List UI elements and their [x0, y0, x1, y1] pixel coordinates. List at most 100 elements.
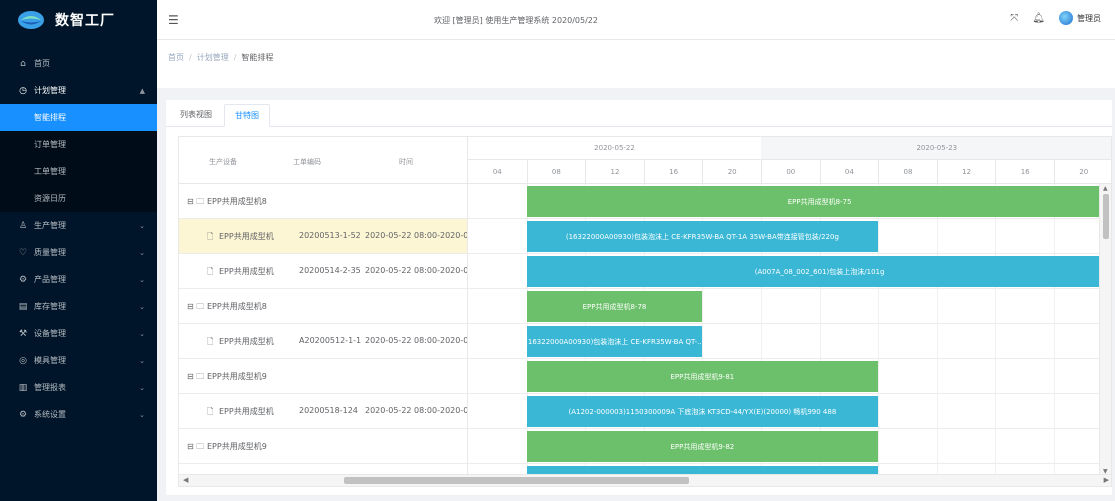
horizontal-scroll-thumb[interactable]	[344, 477, 689, 484]
gantt-hour-1: 08	[526, 160, 586, 184]
avatar[interactable]	[1059, 11, 1073, 25]
gantt-row-timeline: EPP共用成型机9-82	[468, 429, 1111, 463]
sidebar-item-label: 产品管理	[34, 275, 66, 284]
sidebar-subitem-0[interactable]: 智能排程	[0, 104, 157, 131]
gantt-row-timeline: EPP共用成型机8-78	[468, 289, 1111, 323]
sidebar-subitem-3[interactable]: 资源日历	[0, 185, 157, 212]
gantt-row-timeline: (A1202-000003)1150300009A 下底泡沫 KT3CD-44/…	[468, 394, 1111, 428]
breadcrumb-bar: 首页 / 计划管理 / 智能排程	[157, 40, 1115, 88]
sidebar-item-6[interactable]: ⚒ 设备管理 ⌄	[0, 320, 157, 347]
grid-line	[936, 359, 938, 393]
grid-line	[1054, 219, 1055, 253]
tree-toggle-icon[interactable]: ⊟ 🗀︎	[187, 196, 204, 210]
user-name[interactable]: 管理员	[1077, 13, 1101, 24]
heart-icon: ♡	[18, 247, 28, 258]
gantt-group-row[interactable]: ⊟ 🗀︎ EPP共用成型机9 EPP共用成型机9-82	[179, 429, 1111, 464]
chevron-down-icon: ⌄	[139, 221, 145, 230]
gantt-row-timeline: EPP共用成型机8-75	[468, 184, 1111, 218]
gantt-bar[interactable]: EPP共用成型机9-81	[526, 361, 879, 392]
tab-gantt[interactable]: 甘特图	[224, 104, 270, 127]
sidebar-item-7[interactable]: ◎ 模具管理 ⌄	[0, 347, 157, 374]
sidebar-item-5[interactable]: ▤ 库存管理 ⌄	[0, 293, 157, 320]
menu-fold-icon[interactable]: ☰	[168, 13, 179, 27]
tree-toggle-icon[interactable]: ⊟ 🗀︎	[187, 301, 204, 315]
device-name: EPP共用成型机	[219, 267, 274, 276]
gantt-bar[interactable]: (A1202-000003)1150300009A 下底泡沫 KT3CD-44/…	[526, 396, 879, 427]
breadcrumb-plan[interactable]: 计划管理	[197, 53, 229, 62]
bell-icon[interactable]: 🔔︎	[1032, 13, 1045, 24]
gantt-bar[interactable]: EPP共用成型机8-75	[526, 186, 1111, 217]
sidebar-item-1[interactable]: ◷ 计划管理 ▲	[0, 77, 157, 104]
box-icon: ▤	[18, 301, 28, 312]
sidebar-item-0[interactable]: ⌂ 首页	[0, 50, 157, 77]
gantt-hour-3: 16	[643, 160, 703, 184]
gantt-task-row[interactable]: 🗋︎ EPP共用成型机 20200514-2-35 2020-05-22 08:00-…	[179, 254, 1111, 289]
device-name: EPP共用成型机9	[207, 442, 267, 451]
gantt-hour-7: 08	[878, 160, 937, 184]
device-name: EPP共用成型机	[219, 337, 274, 346]
tab-list-view[interactable]: 列表视图	[170, 104, 222, 127]
gantt-bar[interactable]: (16322000A00930)包装泡沫上 CE-KFR35W-BA QT-..…	[526, 326, 703, 357]
tree-toggle-icon[interactable]: ⊟ 🗀︎	[187, 371, 204, 385]
grid-line	[995, 394, 997, 428]
sidebar-item-label: 生产管理	[34, 221, 66, 230]
grid-line	[878, 429, 880, 463]
gantt-task-row[interactable]: 🗋︎ EPP共用成型机 20200513-1-52 2020-05-22 08:00-…	[179, 219, 1111, 254]
grid-line	[1054, 394, 1055, 428]
horizontal-scrollbar[interactable]: ◀ ▶	[179, 474, 1111, 486]
gantt-group-row[interactable]: ⊟ 🗀︎ EPP共用成型机9 EPP共用成型机9-81	[179, 359, 1111, 394]
gantt-row-info: 🗋︎ EPP共用成型机 A20200512-1-1 2020-05-22 08:00-…	[179, 324, 468, 358]
gantt-hour-5: 00	[761, 160, 820, 184]
header-actions: ⤧ 🔔︎ 管理员	[996, 11, 1101, 25]
gantt-bar[interactable]: EPP共用成型机9-82	[526, 431, 879, 462]
wrench-icon: ⚒	[18, 328, 28, 339]
device-name: EPP共用成型机8	[207, 302, 267, 311]
sidebar-subitem-2[interactable]: 工单管理	[0, 158, 157, 185]
sidebar-item-4[interactable]: ⚙ 产品管理 ⌄	[0, 266, 157, 293]
chevron-down-icon: ⌄	[139, 302, 145, 311]
column-header-device: 生产设备	[209, 158, 237, 166]
grid-line	[819, 289, 821, 323]
sidebar-subitem-1[interactable]: 订单管理	[0, 131, 157, 158]
device-name: EPP共用成型机	[219, 407, 274, 416]
gantt-hour-8: 12	[936, 160, 996, 184]
sidebar-item-label: 库存管理	[34, 302, 66, 311]
vertical-scrollbar[interactable]: ▲ ▼	[1099, 184, 1111, 476]
sidebar-item-3[interactable]: ♡ 质量管理 ⌄	[0, 239, 157, 266]
top-header: ☰ 欢迎 [管理员] 使用生产管理系统 2020/05/22 ⤧ 🔔︎ 管理员	[157, 0, 1115, 40]
gantt-row-timeline: (16322000A00930)包装泡沫上 CE-KFR35W-BA QT-1A…	[468, 219, 1111, 253]
sidebar-item-8[interactable]: ▥ 管理报表 ⌄	[0, 374, 157, 401]
tree-toggle-icon[interactable]: ⊟ 🗀︎	[187, 441, 204, 455]
gantt-task-row[interactable]: 🗋︎ EPP共用成型机 20200518-124 2020-05-22 08:00-2…	[179, 394, 1111, 429]
logo-icon	[18, 11, 44, 29]
fullscreen-icon[interactable]: ⤧	[1010, 13, 1018, 24]
grid-line	[936, 289, 938, 323]
scroll-left-icon[interactable]: ◀	[183, 476, 188, 484]
target-icon: ◎	[19, 355, 27, 366]
gantt-bar[interactable]: (16322000A00930)包装泡沫上 CE-KFR35W-BA QT-1A…	[526, 221, 879, 252]
gantt-row-info: 🗋︎ EPP共用成型机 20200514-2-35 2020-05-22 08:00-…	[179, 254, 468, 288]
chevron-down-icon: ⌄	[139, 356, 145, 365]
scroll-right-icon[interactable]: ▶	[1104, 476, 1109, 484]
gantt-row-info: 🗋︎ EPP共用成型机 20200513-1-52 2020-05-22 08:00-…	[179, 219, 468, 253]
gantt-bar[interactable]: (A007A_08_002_601)包装上泡沫/101g	[526, 256, 1111, 287]
sidebar-item-9[interactable]: ⚙ 系统设置 ⌄	[0, 401, 157, 428]
grid-line	[936, 429, 938, 463]
gantt-group-row[interactable]: ⊟ 🗀︎ EPP共用成型机8 EPP共用成型机8-75	[179, 184, 1111, 219]
sidebar-item-label: 首页	[34, 59, 50, 68]
scroll-up-icon[interactable]: ▲	[1103, 185, 1108, 192]
gantt-row-timeline: (16322000A00930)包装泡沫上 CE-KFR35W-BA QT-..…	[468, 324, 1111, 358]
breadcrumb-home[interactable]: 首页	[168, 53, 184, 62]
sidebar-item-2[interactable]: ♙ 生产管理 ⌄	[0, 212, 157, 239]
vertical-scroll-thumb[interactable]	[1103, 194, 1109, 239]
work-order-code: 20200518-124	[299, 406, 358, 415]
gantt-bar[interactable]: EPP共用成型机8-78	[526, 291, 703, 322]
gantt-hour-6: 04	[819, 160, 879, 184]
gantt-row-info: ⊟ 🗀︎ EPP共用成型机9	[179, 359, 468, 393]
grid-line	[936, 324, 938, 358]
schedule-time: 2020-05-22 08:00-2020-05-24 20	[365, 266, 467, 275]
gantt-group-row[interactable]: ⊟ 🗀︎ EPP共用成型机8 EPP共用成型机8-78	[179, 289, 1111, 324]
gantt-task-row[interactable]: 🗋︎ EPP共用成型机 A20200512-1-1 2020-05-22 08:00-…	[179, 324, 1111, 359]
clock-icon: ◷	[19, 85, 27, 96]
main-content: 列表视图 甘特图 生产设备 工单编码 时间 2020-05-22 2020-05-…	[166, 100, 1112, 495]
